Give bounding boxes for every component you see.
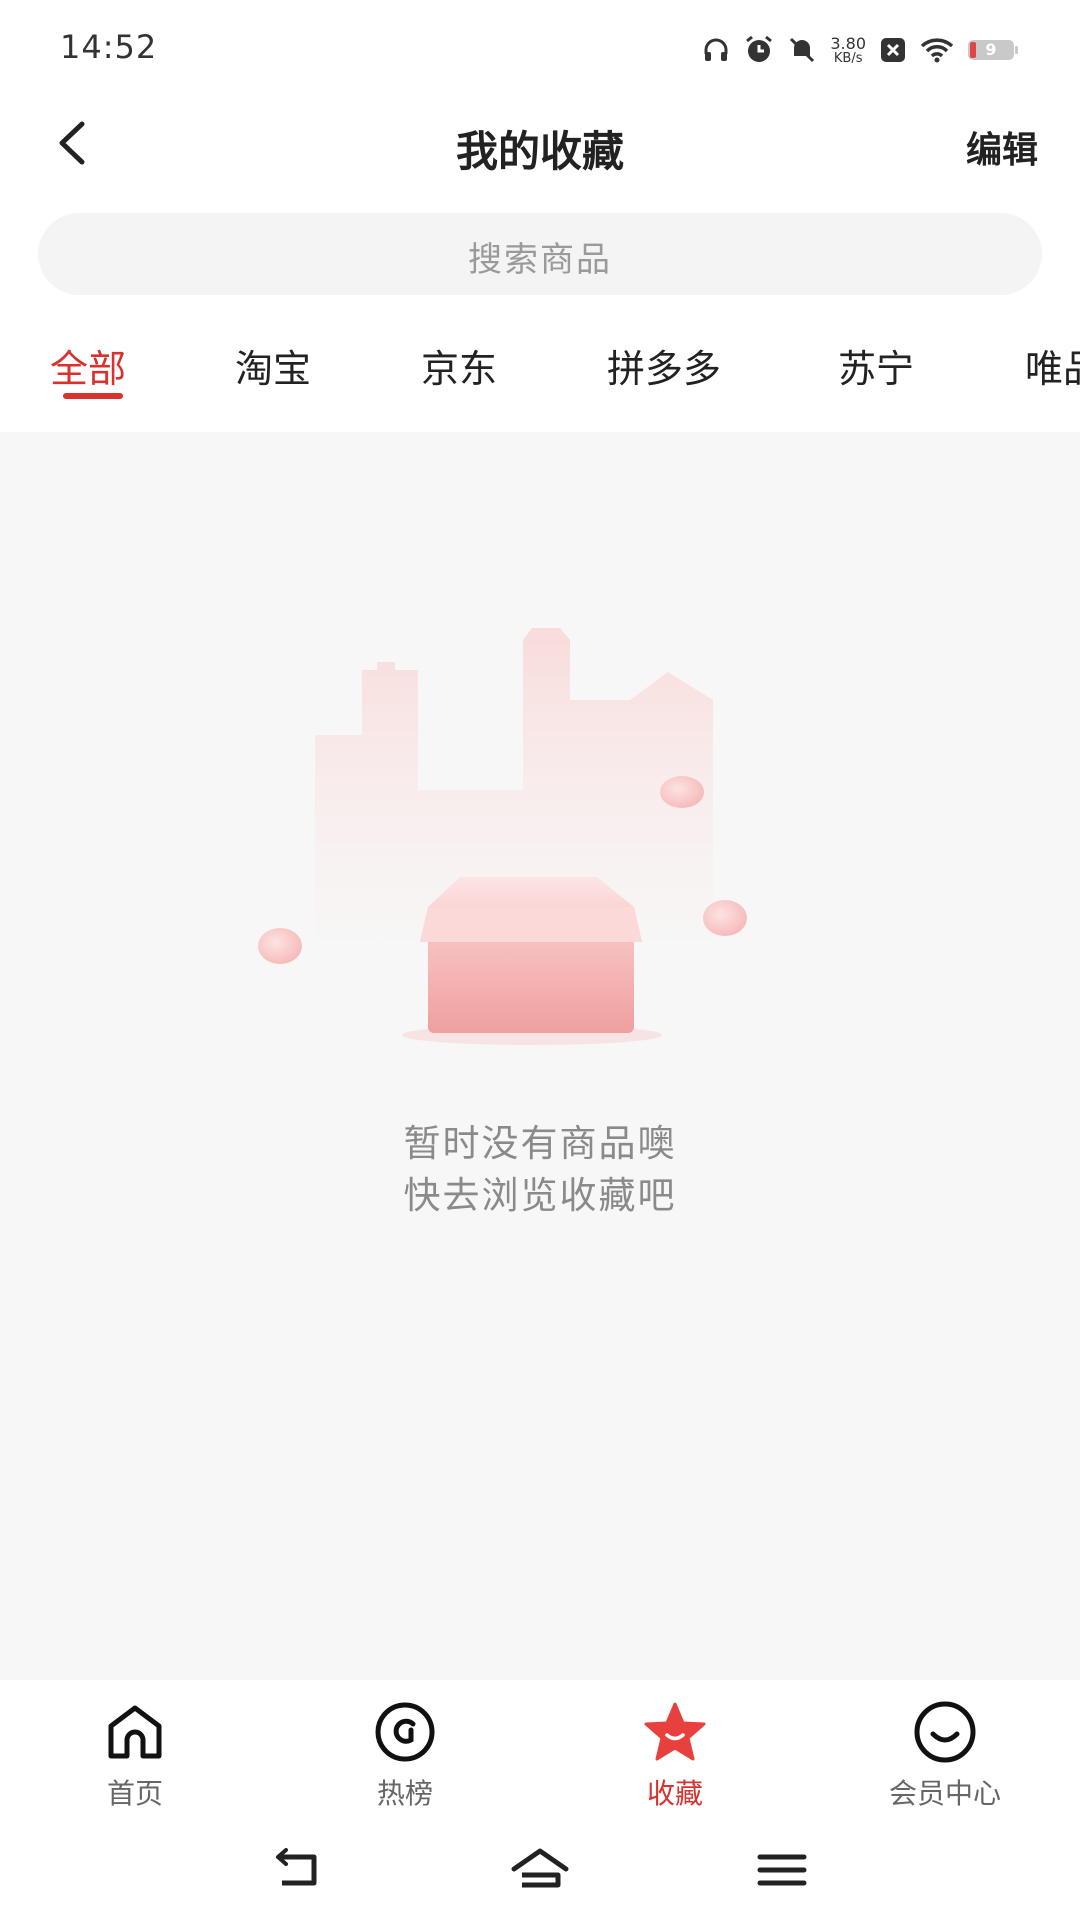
star-icon — [644, 1702, 706, 1761]
bottom-nav: 首页 热榜 收藏 会员中心 — [0, 1680, 1080, 1825]
search-placeholder: 搜索商品 — [468, 240, 612, 280]
net-speed-value: 3.80 — [830, 33, 866, 53]
nav-home-label: 首页 — [106, 1777, 163, 1810]
empty-box-city-illustration — [258, 628, 747, 1045]
close-icon — [881, 38, 905, 62]
status-bar: 14:52 3.80 KB/s 9 — [0, 0, 1080, 96]
net-speed: 3.80 KB/s — [830, 33, 866, 66]
headphones-icon — [704, 38, 728, 61]
home-nav-icon[interactable] — [510, 1845, 570, 1895]
empty-state-line1: 暂时没有商品噢 — [403, 1122, 677, 1165]
mute-icon — [790, 37, 815, 63]
hot-list-icon — [375, 1702, 435, 1762]
net-speed-unit: KB/s — [833, 50, 863, 66]
tab-vip[interactable]: 唯品 — [1025, 338, 1080, 393]
nav-favorites[interactable]: 收藏 — [595, 1700, 755, 1820]
nav-member-center[interactable]: 会员中心 — [865, 1700, 1025, 1820]
back-icon[interactable] — [270, 1845, 330, 1895]
menu-icon[interactable] — [752, 1845, 812, 1895]
status-time: 14:52 — [60, 28, 158, 66]
tab-active-indicator — [63, 393, 123, 399]
edit-button[interactable]: 编辑 — [966, 121, 1038, 173]
nav-home[interactable]: 首页 — [55, 1700, 215, 1820]
tab-pinduoduo[interactable]: 拼多多 — [607, 338, 721, 393]
search-input[interactable]: 搜索商品 — [38, 213, 1042, 295]
tab-suning[interactable]: 苏宁 — [838, 338, 914, 393]
tab-jd[interactable]: 京东 — [421, 338, 497, 393]
battery-icon: 9 — [968, 38, 1020, 62]
tab-taobao[interactable]: 淘宝 — [235, 338, 311, 393]
system-nav-bar — [0, 1825, 1080, 1920]
home-icon — [108, 1705, 162, 1759]
page-title: 我的收藏 — [455, 127, 624, 176]
tab-all[interactable]: 全部 — [50, 338, 126, 393]
battery-level: 9 — [985, 40, 997, 59]
alarm-icon — [746, 35, 773, 62]
nav-favorites-label: 收藏 — [646, 1777, 703, 1810]
smile-icon — [914, 1701, 976, 1763]
empty-state-line2: 快去浏览收藏吧 — [403, 1174, 677, 1217]
nav-member-center-label: 会员中心 — [888, 1777, 1001, 1810]
wifi-icon — [920, 38, 954, 63]
nav-hot-list-label: 热榜 — [376, 1777, 433, 1810]
nav-hot-list[interactable]: 热榜 — [325, 1700, 485, 1820]
platform-tabs: 全部 淘宝 京东 拼多多 苏宁 唯品 — [0, 320, 1080, 430]
status-icons: 3.80 KB/s 9 — [702, 30, 1020, 70]
